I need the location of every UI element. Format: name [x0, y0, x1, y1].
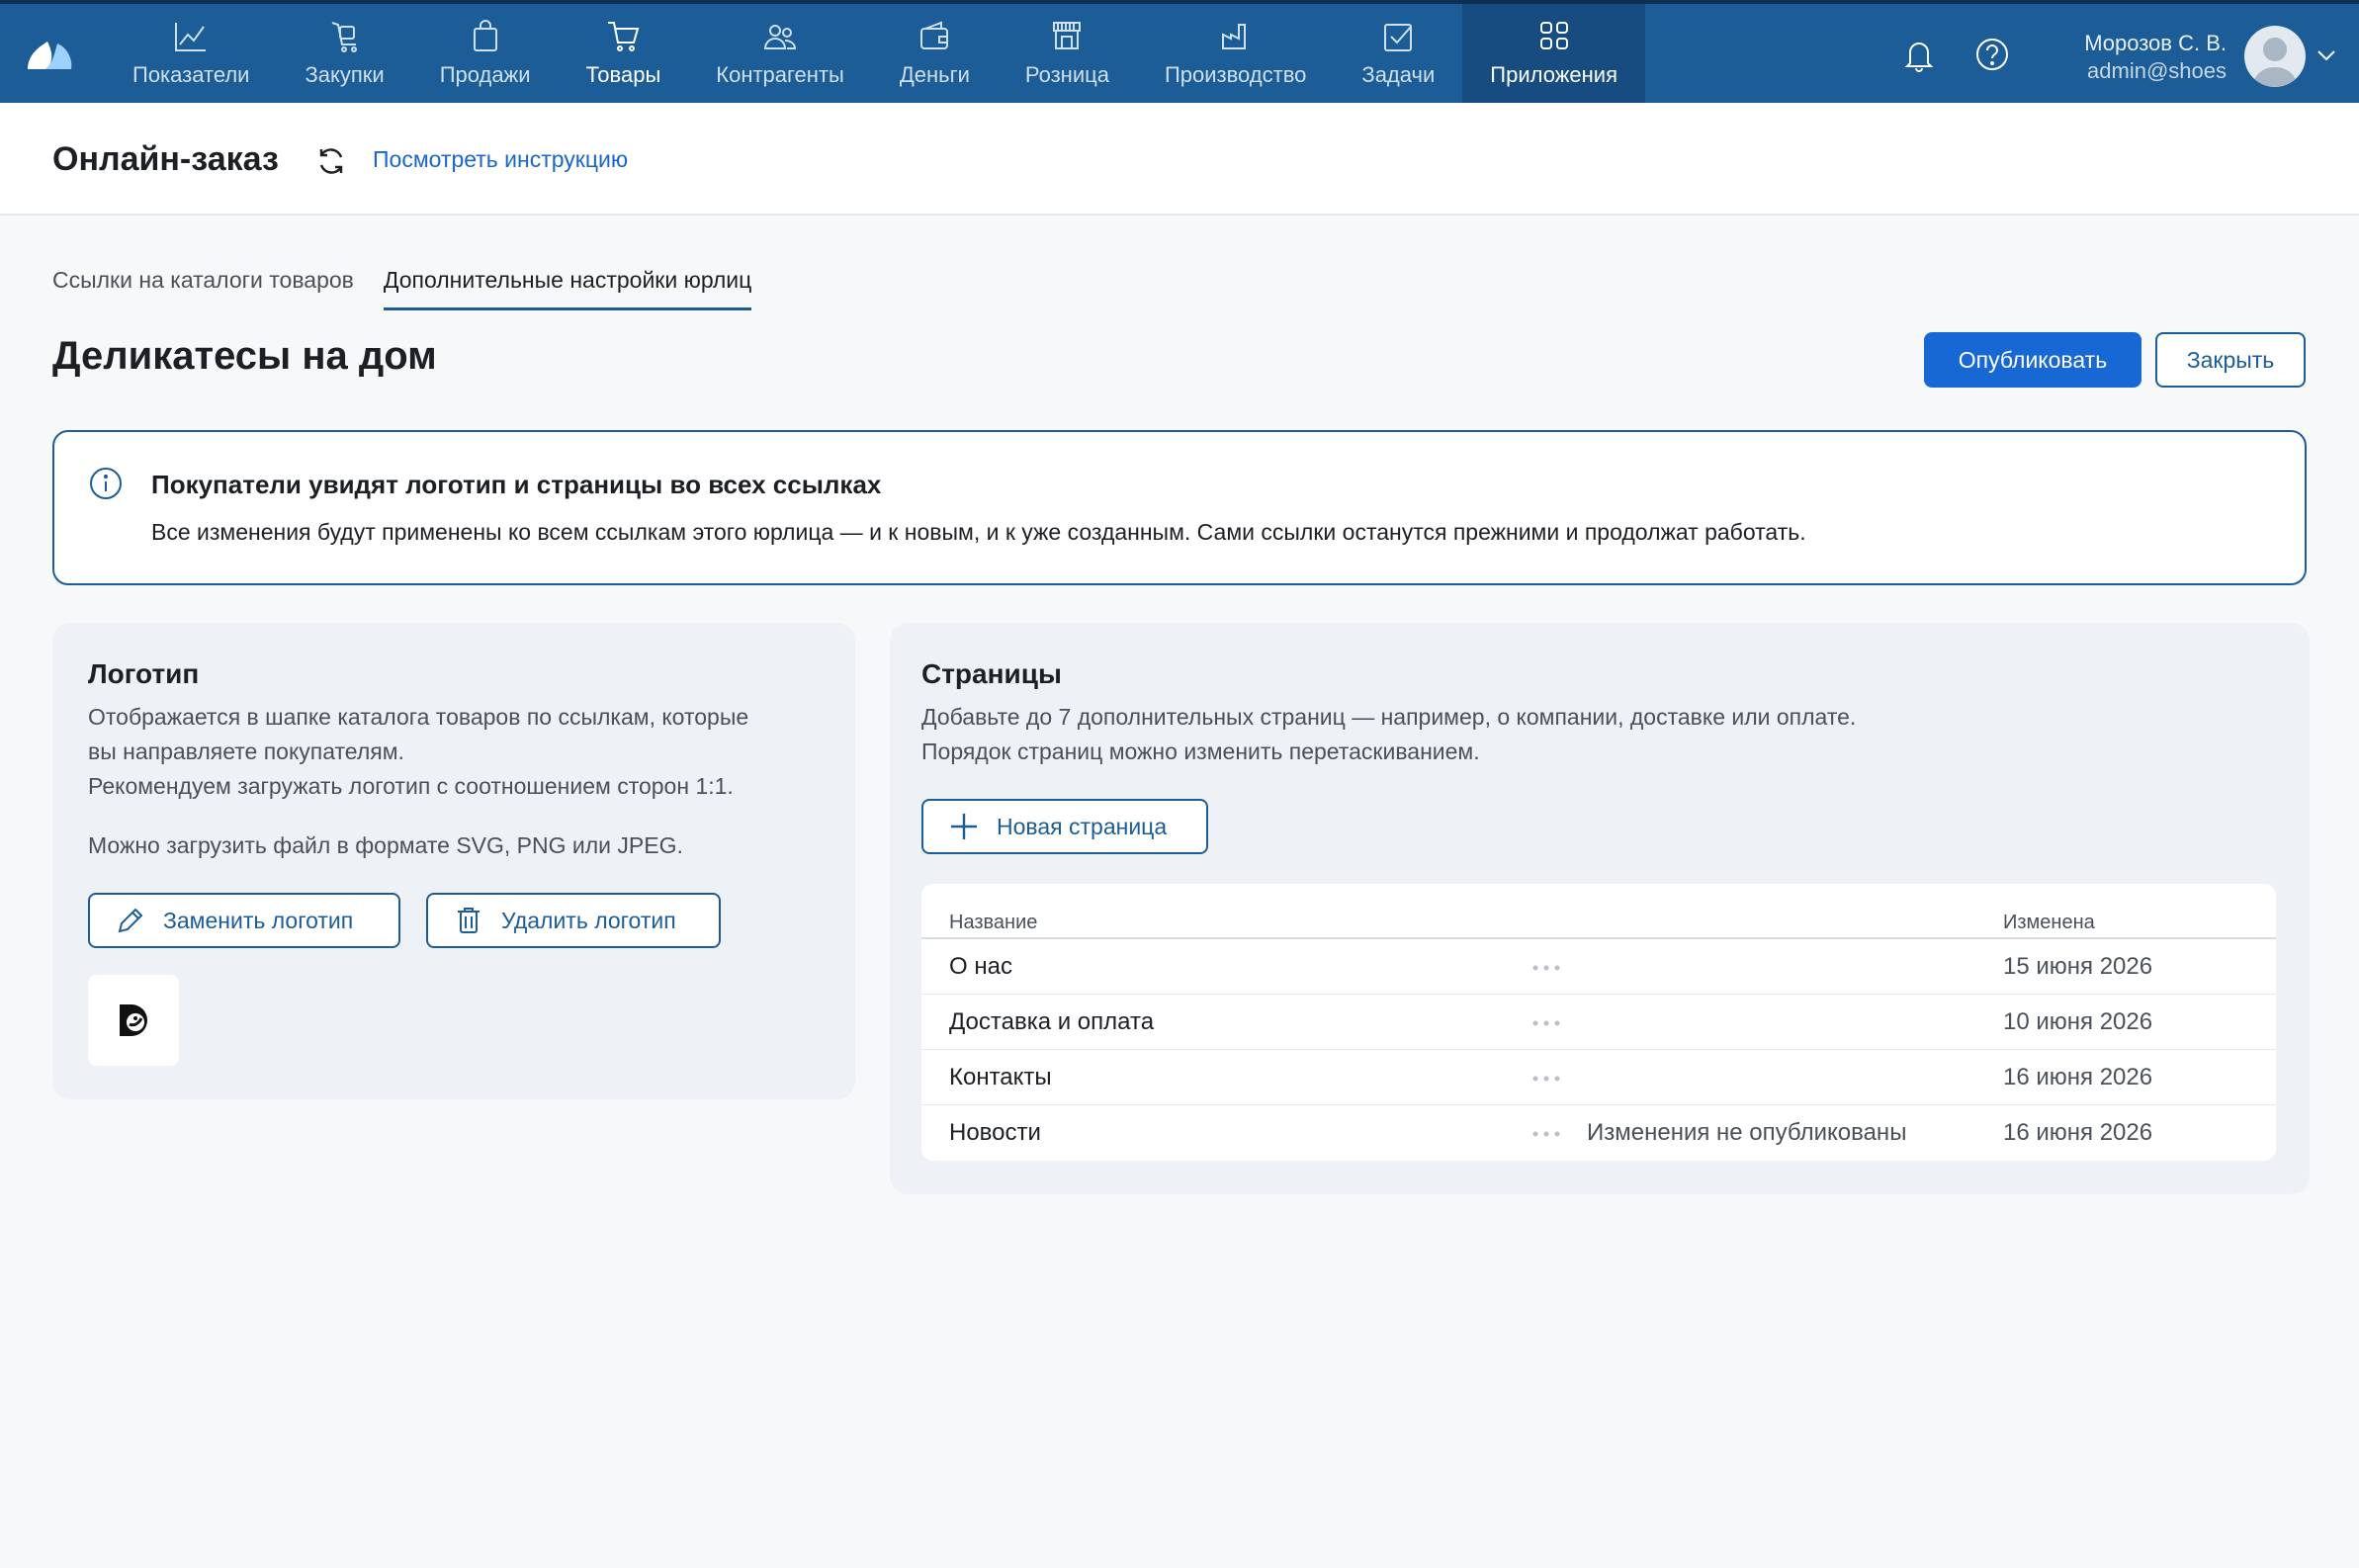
user-email: admin@shoes: [2087, 58, 2227, 83]
nav-item-goods[interactable]: Товары: [559, 4, 689, 103]
banner-title: Покупатели увидят логотип и страницы во …: [151, 470, 882, 499]
nav-item-label: Контрагенты: [716, 62, 844, 87]
more-dots-icon[interactable]: [1532, 965, 1560, 971]
bell-icon[interactable]: [1900, 36, 1938, 73]
nav-item-indicators[interactable]: Показатели: [105, 4, 277, 103]
new-page-label: Новая страница: [997, 813, 1168, 839]
page-name[interactable]: О нас: [949, 953, 1012, 981]
pages-description-line: Порядок страниц можно изменить перетаски…: [921, 739, 1480, 764]
refresh-icon[interactable]: [314, 144, 348, 178]
nav-item-retail[interactable]: Розница: [998, 4, 1137, 103]
pages-description: Добавьте до 7 дополнительных страниц — н…: [921, 700, 1856, 769]
top-navigation-bar: Показатели Закупки Продажи Товары Контра…: [0, 0, 2359, 103]
pages-description-line: Добавьте до 7 дополнительных страниц — н…: [921, 704, 1857, 730]
page-name[interactable]: Доставка и оплата: [949, 1008, 1154, 1036]
more-dots-icon[interactable]: [1532, 1131, 1560, 1137]
pencil-icon: [118, 908, 143, 933]
page-name[interactable]: Новости: [949, 1119, 1041, 1147]
nav-item-label: Товары: [585, 62, 661, 87]
pages-card-title: Страницы: [921, 658, 1062, 689]
chevron-down-icon[interactable]: [2315, 47, 2337, 63]
nav-item-sales[interactable]: Продажи: [412, 4, 559, 103]
factory-icon: [1221, 24, 1246, 49]
tab-bar: Ссылки на каталоги товаров Дополнительны…: [52, 267, 752, 310]
new-page-button[interactable]: Новая страница: [921, 799, 1208, 854]
logo-description-line: вы направляете покупателям.: [88, 739, 404, 764]
nav-item-label: Розница: [1024, 62, 1109, 87]
logo-description: Отображается в шапке каталога товаров по…: [88, 700, 748, 804]
page-title: Онлайн-заказ: [52, 140, 279, 178]
more-dots-icon[interactable]: [1532, 1020, 1560, 1026]
nav-item-label: Задачи: [1361, 62, 1436, 87]
trash-icon: [458, 908, 480, 933]
page-status: Изменения не опубликованы: [1587, 1119, 1907, 1146]
table-row[interactable]: Новости Изменения не опубликованы 16 июн…: [921, 1105, 2276, 1161]
company-logo-image: [120, 1004, 147, 1036]
nav-item-tasks[interactable]: Задачи: [1334, 4, 1462, 103]
nav-item-money[interactable]: Деньги: [872, 4, 998, 103]
page-date: 15 июня 2026: [2003, 953, 2153, 980]
column-header-name[interactable]: Название: [949, 912, 1037, 934]
publish-button[interactable]: Опубликовать: [1924, 332, 2141, 388]
cart-hand-icon: [331, 22, 357, 52]
more-dots-icon[interactable]: [1532, 1076, 1560, 1082]
cart-icon: [608, 22, 640, 51]
plus-icon: [951, 814, 977, 839]
tab-legal-entity-settings[interactable]: Дополнительные настройки юрлиц: [383, 267, 752, 310]
tab-catalog-links[interactable]: Ссылки на каталоги товаров: [52, 267, 354, 310]
logo-card-title: Логотип: [88, 658, 200, 689]
avatar[interactable]: [2244, 26, 2306, 87]
nav-item-label: Производство: [1164, 62, 1307, 87]
logo-formats-text: Можно загрузить файл в формате SVG, PNG …: [88, 832, 683, 858]
column-header-modified[interactable]: Изменена: [2003, 912, 2095, 934]
logo-preview: [88, 975, 179, 1066]
page-date: 16 июня 2026: [2003, 1119, 2153, 1146]
nav-item-counterparties[interactable]: Контрагенты: [688, 4, 872, 103]
page-date: 16 июня 2026: [2003, 1064, 2153, 1090]
storefront-icon: [1053, 22, 1082, 49]
replace-logo-button[interactable]: Заменить логотип: [88, 893, 400, 948]
logo-description-line: Рекомендуем загружать логотип с соотноше…: [88, 773, 734, 799]
page-header: Онлайн-заказ Посмотреть инструкцию: [0, 103, 2359, 216]
user-info[interactable]: Морозов С. В. admin@shoes: [2037, 30, 2227, 85]
nav-item-apps[interactable]: Приложения: [1462, 4, 1645, 103]
main-nav: Показатели Закупки Продажи Товары Контра…: [105, 4, 1645, 103]
pages-card: Страницы Добавьте до 7 дополнительных ст…: [890, 623, 2310, 1194]
checkbox-icon: [1384, 24, 1413, 51]
chart-line-icon: [175, 23, 207, 51]
users-icon: [764, 25, 797, 49]
logo-description-line: Отображается в шапке каталога товаров по…: [88, 704, 749, 730]
banner-text: Все изменения будут применены ко всем сс…: [151, 519, 1806, 545]
delete-logo-button[interactable]: Удалить логотип: [426, 893, 721, 948]
nav-item-label: Продажи: [439, 62, 531, 87]
pages-table: Название Изменена О нас 15 июня 2026 Дос…: [921, 884, 2276, 1161]
apps-grid-icon: [1539, 22, 1568, 49]
nav-item-label: Показатели: [132, 62, 250, 87]
info-icon: [90, 468, 122, 499]
page-date: 10 июня 2026: [2003, 1008, 2153, 1035]
user-avatar-icon: [2252, 38, 2298, 87]
delete-logo-label: Удалить логотип: [501, 907, 676, 933]
page-name[interactable]: Контакты: [949, 1064, 1052, 1091]
table-row[interactable]: О нас 15 июня 2026: [921, 939, 2276, 995]
info-banner: Покупатели увидят логотип и страницы во …: [52, 430, 2307, 585]
table-row[interactable]: Контакты 16 июня 2026: [921, 1050, 2276, 1105]
nav-item-label: Приложения: [1490, 62, 1617, 87]
table-row[interactable]: Доставка и оплата 10 июня 2026: [921, 995, 2276, 1050]
nav-item-label: Деньги: [899, 62, 970, 87]
replace-logo-label: Заменить логотип: [163, 907, 354, 933]
close-button[interactable]: Закрыть: [2155, 332, 2306, 388]
wallet-icon: [920, 21, 949, 49]
nav-item-purchases[interactable]: Закупки: [277, 4, 411, 103]
help-icon[interactable]: [1973, 36, 2011, 73]
app-logo-icon[interactable]: [24, 34, 75, 73]
section-title: Деликатесы на дом: [52, 334, 437, 378]
nav-item-label: Закупки: [305, 62, 385, 87]
nav-item-production[interactable]: Производство: [1137, 4, 1334, 103]
shopping-bag-icon: [473, 20, 497, 51]
logo-card: Логотип Отображается в шапке каталога то…: [52, 623, 855, 1099]
user-name: Морозов С. В.: [2084, 31, 2227, 55]
instruction-link[interactable]: Посмотреть инструкцию: [373, 146, 628, 173]
